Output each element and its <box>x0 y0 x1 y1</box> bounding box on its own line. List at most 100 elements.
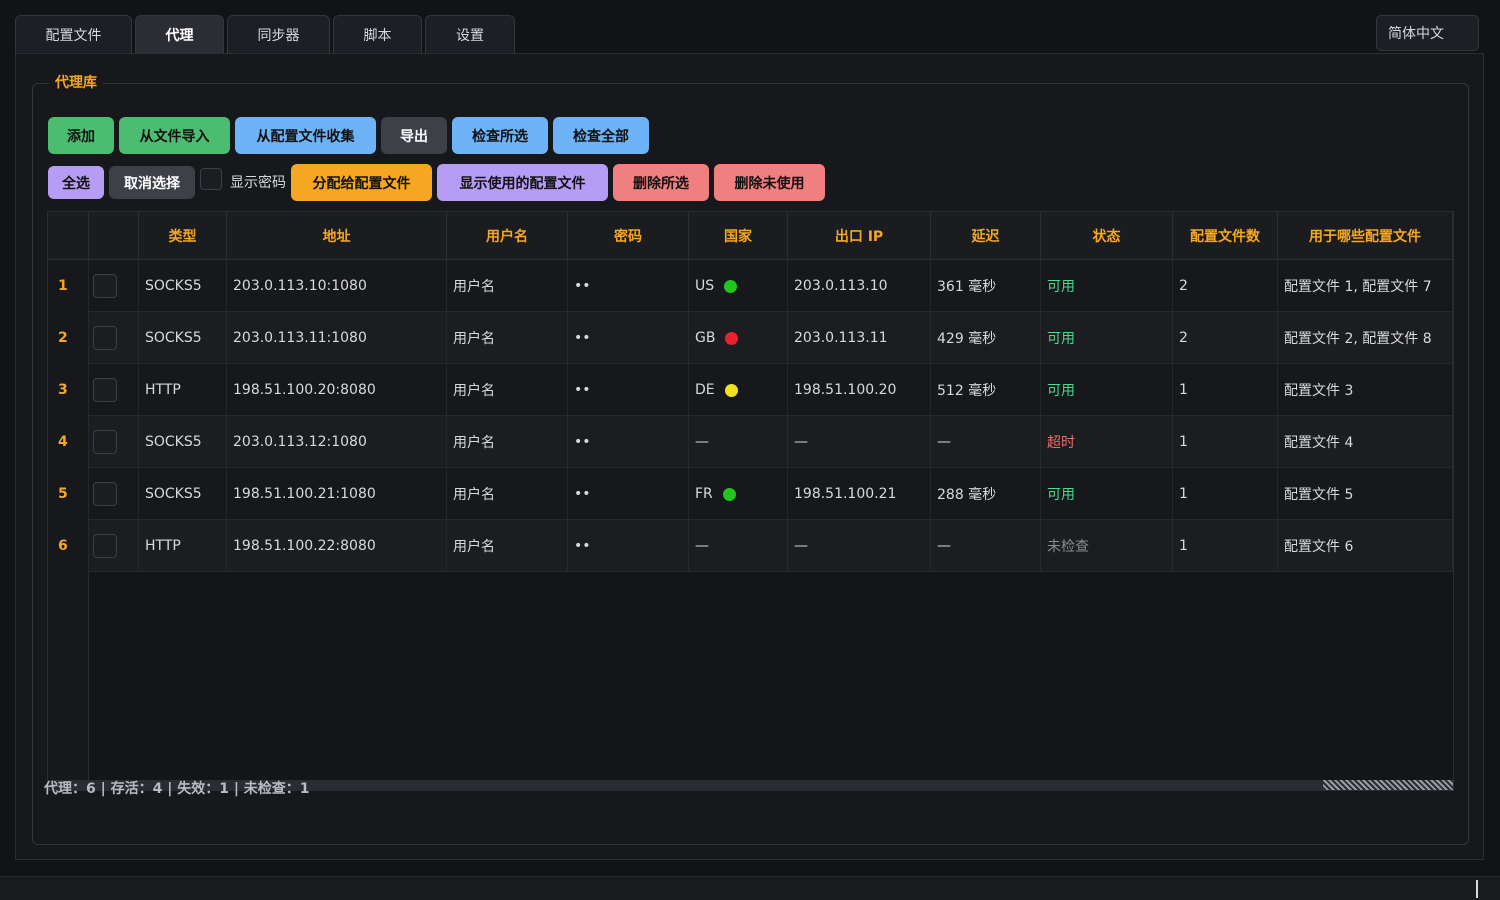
cell-password: •• <box>568 416 689 468</box>
proxies-panel: 代理库 添加 从文件导入 从配置文件收集 导出 检查所选 检查全部 全选 取消选… <box>15 53 1484 860</box>
row-checkbox[interactable] <box>93 378 117 402</box>
cell-exit-ip: — <box>788 416 931 468</box>
row-number: 5 <box>48 468 89 520</box>
header-select[interactable] <box>89 212 139 260</box>
cell-password: •• <box>568 468 689 520</box>
cell-username: 用户名 <box>447 520 568 572</box>
proxy-stats: 代理：6 | 存活：4 | 失效：1 | 未检查：1 <box>44 781 310 797</box>
row-checkbox[interactable] <box>93 430 117 454</box>
header-exit-ip[interactable]: 出口 IP <box>788 212 931 260</box>
row-checkbox[interactable] <box>93 482 117 506</box>
cell-password: •• <box>568 260 689 312</box>
header-password[interactable]: 密码 <box>568 212 689 260</box>
tab-proxies[interactable]: 代理 <box>135 15 224 53</box>
header-username[interactable]: 用户名 <box>447 212 568 260</box>
check-all-button[interactable]: 检查全部 <box>553 117 649 154</box>
country-status-dot-icon <box>724 279 738 293</box>
toolbar-row-2: 全选 取消选择 显示密码 分配给配置文件 显示使用的配置文件 删除所选 删除未使… <box>48 164 830 201</box>
cell-username: 用户名 <box>447 468 568 520</box>
row-select-cell[interactable] <box>89 520 139 572</box>
table-row[interactable]: 5 SOCKS5 198.51.100.21:1080 用户名 •• FR 198.51.1… <box>48 468 1453 520</box>
collect-from-profiles-button[interactable]: 从配置文件收集 <box>235 117 376 154</box>
row-select-cell[interactable] <box>89 312 139 364</box>
add-button[interactable]: 添加 <box>48 117 114 154</box>
header-latency[interactable]: 延迟 <box>931 212 1041 260</box>
cell-profile-count: 2 <box>1173 260 1278 312</box>
cell-username: 用户名 <box>447 260 568 312</box>
row-number: 6 <box>48 520 89 572</box>
cell-latency: — <box>931 416 1041 468</box>
cell-country: US <box>689 260 788 312</box>
cell-username: 用户名 <box>447 416 568 468</box>
scrollbar-thumb[interactable] <box>1323 780 1453 790</box>
tab-synchronizer[interactable]: 同步器 <box>227 15 330 53</box>
header-type[interactable]: 类型 <box>139 212 227 260</box>
bottom-status-bar <box>0 876 1500 900</box>
cell-country: GB <box>689 312 788 364</box>
language-select[interactable]: 简体中文 <box>1376 15 1479 51</box>
country-code: — <box>695 538 709 554</box>
cell-address: 203.0.113.11:1080 <box>227 312 447 364</box>
country-code: — <box>695 434 709 450</box>
header-country[interactable]: 国家 <box>689 212 788 260</box>
header-used-by-profiles[interactable]: 用于哪些配置文件 <box>1278 212 1453 260</box>
header-row-number <box>48 212 89 260</box>
cell-status: 可用 <box>1041 312 1173 364</box>
table-row[interactable]: 6 HTTP 198.51.100.22:8080 用户名 •• — — — 未检查 1 配置文件 … <box>48 520 1453 572</box>
row-checkbox[interactable] <box>93 326 117 350</box>
cell-type: HTTP <box>139 520 227 572</box>
row-checkbox[interactable] <box>93 274 117 298</box>
cell-username: 用户名 <box>447 312 568 364</box>
top-tab-bar: 配置文件 代理 同步器 脚本 设置 <box>15 15 515 53</box>
delete-selected-button[interactable]: 删除所选 <box>613 164 709 201</box>
cell-type: SOCKS5 <box>139 260 227 312</box>
export-button[interactable]: 导出 <box>381 117 447 154</box>
tab-settings[interactable]: 设置 <box>425 15 515 53</box>
header-status[interactable]: 状态 <box>1041 212 1173 260</box>
cell-profile-count: 2 <box>1173 312 1278 364</box>
row-number: 1 <box>48 260 89 312</box>
header-profile-count[interactable]: 配置文件数 <box>1173 212 1278 260</box>
cell-latency: — <box>931 520 1041 572</box>
select-all-button[interactable]: 全选 <box>48 166 104 199</box>
cell-username: 用户名 <box>447 364 568 416</box>
tab-profiles[interactable]: 配置文件 <box>15 15 132 53</box>
cell-used-by-profiles: 配置文件 5 <box>1278 468 1453 520</box>
row-checkbox[interactable] <box>93 534 117 558</box>
country-code: DE <box>695 382 715 398</box>
table-row[interactable]: 4 SOCKS5 203.0.113.12:1080 用户名 •• — — — 超时 1 配置文件 … <box>48 416 1453 468</box>
table-row[interactable]: 2 SOCKS5 203.0.113.11:1080 用户名 •• GB 203.0.113… <box>48 312 1453 364</box>
cell-status: 可用 <box>1041 364 1173 416</box>
table-header: 类型 地址 用户名 密码 国家 出口 IP 延迟 状态 配置文件数 用于哪些配置… <box>48 212 1453 260</box>
check-selected-button[interactable]: 检查所选 <box>452 117 548 154</box>
deselect-button[interactable]: 取消选择 <box>109 166 195 199</box>
import-from-file-button[interactable]: 从文件导入 <box>119 117 230 154</box>
cell-address: 198.51.100.20:8080 <box>227 364 447 416</box>
table-row[interactable]: 3 HTTP 198.51.100.20:8080 用户名 •• DE 198.51.100… <box>48 364 1453 416</box>
cell-status: 可用 <box>1041 260 1173 312</box>
cell-password: •• <box>568 312 689 364</box>
table-body: 1 SOCKS5 203.0.113.10:1080 用户名 •• US 203.0.113… <box>48 260 1453 572</box>
proxy-table: 类型 地址 用户名 密码 国家 出口 IP 延迟 状态 配置文件数 用于哪些配置… <box>47 211 1454 791</box>
table-row[interactable]: 1 SOCKS5 203.0.113.10:1080 用户名 •• US 203.0.113… <box>48 260 1453 312</box>
row-select-cell[interactable] <box>89 468 139 520</box>
text-caret <box>1476 880 1478 898</box>
show-password-checkbox[interactable] <box>200 167 222 190</box>
country-status-dot-icon <box>725 331 739 345</box>
row-number: 2 <box>48 312 89 364</box>
cell-country: — <box>689 416 788 468</box>
row-select-cell[interactable] <box>89 416 139 468</box>
cell-exit-ip: 198.51.100.21 <box>788 468 931 520</box>
show-used-profiles-button[interactable]: 显示使用的配置文件 <box>437 164 608 201</box>
tab-scripts[interactable]: 脚本 <box>333 15 422 53</box>
cell-used-by-profiles: 配置文件 2, 配置文件 8 <box>1278 312 1453 364</box>
show-password-toggle[interactable]: 显示密码 <box>200 167 286 192</box>
row-select-cell[interactable] <box>89 364 139 416</box>
cell-profile-count: 1 <box>1173 416 1278 468</box>
row-select-cell[interactable] <box>89 260 139 312</box>
cell-status: 超时 <box>1041 416 1173 468</box>
header-address[interactable]: 地址 <box>227 212 447 260</box>
country-code: US <box>695 278 715 294</box>
assign-to-profiles-button[interactable]: 分配给配置文件 <box>291 164 432 201</box>
delete-unused-button[interactable]: 删除未使用 <box>714 164 825 201</box>
